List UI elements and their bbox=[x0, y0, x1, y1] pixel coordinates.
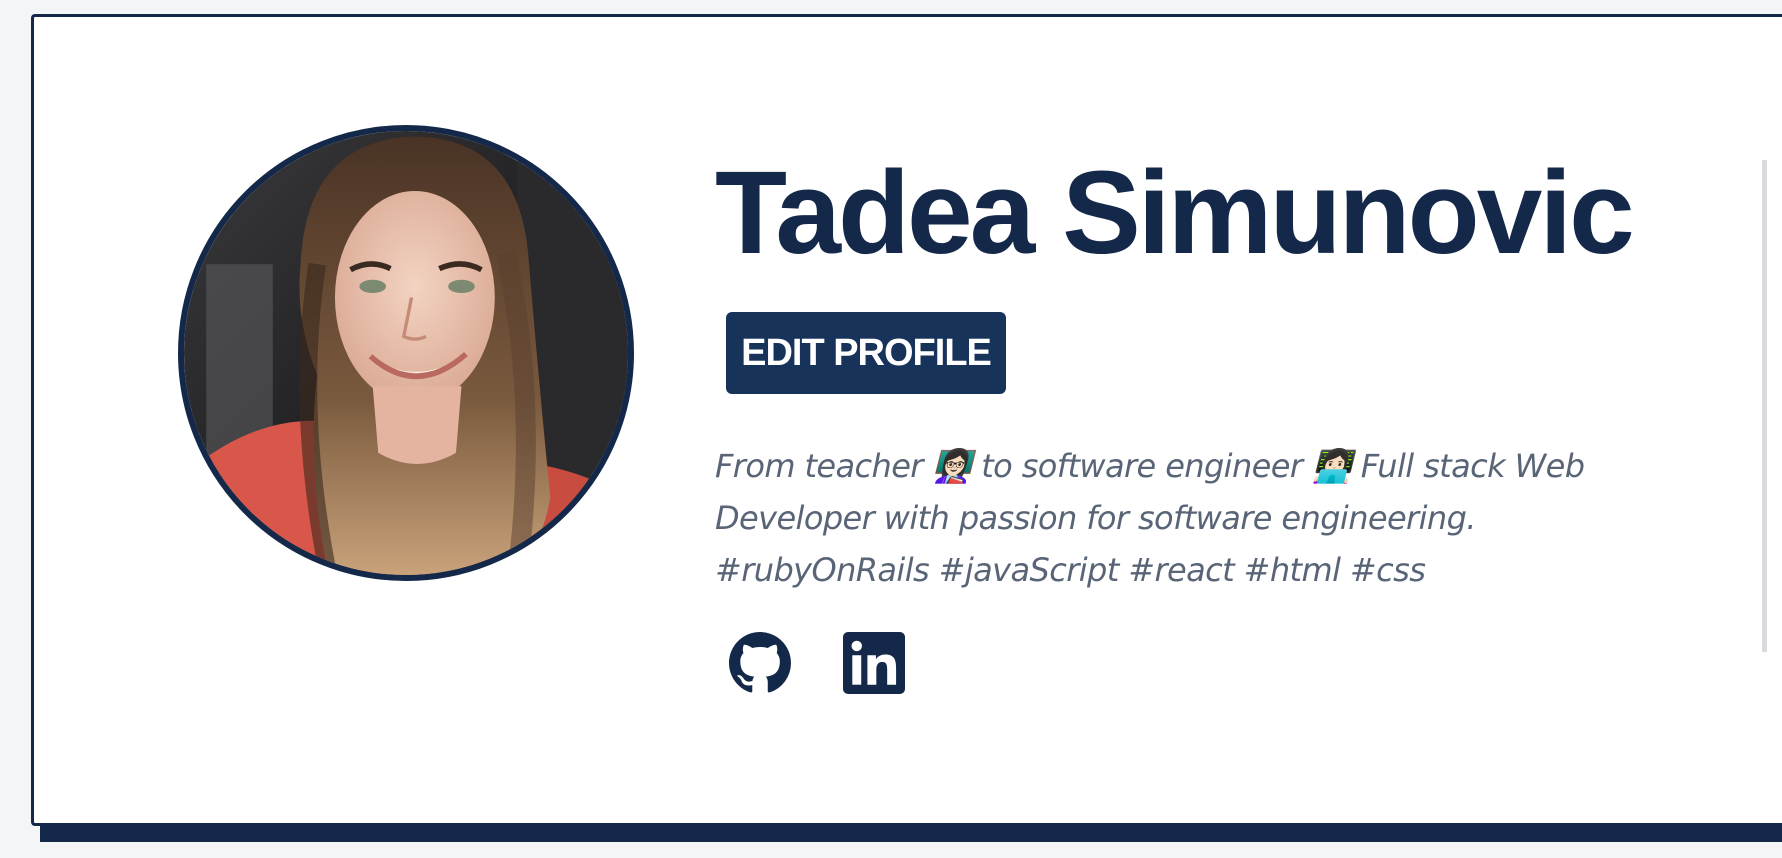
profile-name: Tadea Simunovic bbox=[715, 147, 1635, 279]
linkedin-icon bbox=[843, 632, 905, 694]
profile-card-shadow bbox=[40, 826, 1782, 842]
scrollbar-track bbox=[1762, 160, 1767, 652]
avatar-photo bbox=[184, 131, 628, 575]
github-link[interactable] bbox=[729, 632, 791, 694]
edit-profile-button[interactable]: EDIT PROFILE bbox=[726, 312, 1006, 394]
github-icon bbox=[729, 632, 791, 693]
profile-bio: From teacher 👩🏻‍🏫 to software engineer 👩… bbox=[715, 447, 1585, 589]
profile-avatar bbox=[178, 125, 634, 581]
linkedin-link[interactable] bbox=[843, 632, 905, 694]
